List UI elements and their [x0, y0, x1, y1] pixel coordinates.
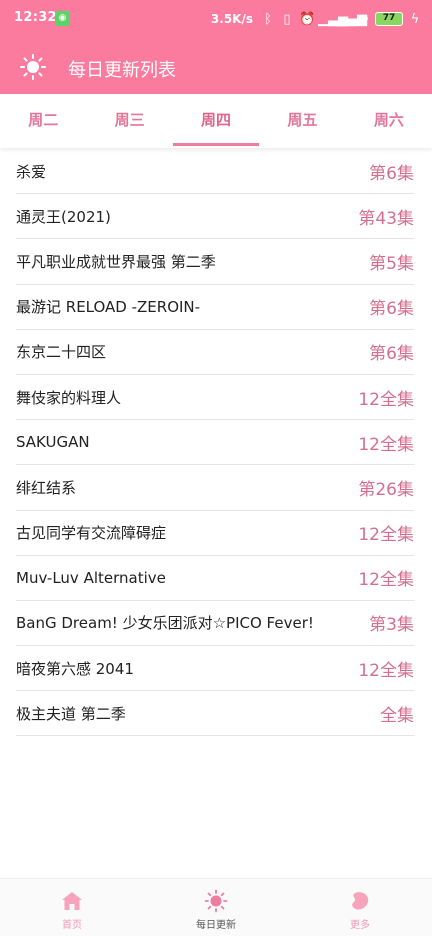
show-name: 绯红结系: [16, 478, 77, 497]
episode-label: 第26集: [358, 479, 414, 500]
sun-icon: [20, 54, 46, 80]
list-item[interactable]: BanG Dream! 少女乐团派对☆PICO Fever! 第3集: [16, 601, 414, 647]
show-name: BanG Dream! 少女乐团派对☆PICO Fever!: [16, 614, 314, 633]
show-name: Muv-Luv Alternative: [16, 568, 166, 587]
weekday-tabs: 周二 周三 周四 周五 周六: [0, 94, 432, 148]
list-item[interactable]: 古见同学有交流障碍症 12全集: [16, 511, 414, 556]
notification-app-icon: ◉: [55, 11, 70, 26]
list-item[interactable]: 杀爱 第6集: [16, 149, 414, 195]
vibrate-icon: ▯: [283, 11, 291, 27]
nav-home[interactable]: 首页: [0, 879, 144, 936]
show-name: SAKUGAN: [16, 433, 90, 452]
signal-icon: ▁▃▅: [318, 11, 348, 27]
charging-icon: ϟ: [410, 11, 420, 27]
show-name: 古见同学有交流障碍症: [16, 524, 167, 543]
episode-label: 12全集: [358, 660, 414, 681]
show-name: 暗夜第六感 2041: [16, 659, 134, 678]
list-item[interactable]: 通灵王(2021) 第43集: [16, 194, 414, 240]
battery-icon: 77: [375, 12, 403, 26]
show-name: 最游记 RELOAD -ZEROIN-: [16, 298, 201, 317]
signal-2-icon: ▂▄▆: [337, 11, 367, 27]
episode-label: 第6集: [369, 163, 414, 184]
list-item[interactable]: 极主夫道 第二季 全集: [16, 691, 414, 737]
show-name: 极主夫道 第二季: [16, 704, 126, 723]
nav-daily-update[interactable]: 每日更新: [144, 879, 288, 936]
bottom-navigation: 首页 每日更新 更多: [0, 878, 432, 936]
status-indicators: 3.5K/s ᛒ ▯ ⏰ ▁▃▅ ▂▄▆ ◠ 77 ϟ: [211, 9, 422, 29]
show-name: 平凡职业成就世界最强 第二季: [16, 252, 216, 271]
bluetooth-icon: ᛒ: [264, 11, 272, 27]
nav-daily-update-label: 每日更新: [196, 920, 236, 931]
alarm-icon: ⏰: [299, 11, 316, 27]
episode-label: 12全集: [358, 525, 414, 546]
list-item[interactable]: 绯红结系 第26集: [16, 465, 414, 511]
tab-tuesday[interactable]: 周二: [0, 94, 86, 148]
sun-icon: [204, 889, 228, 913]
episode-label: 12全集: [358, 389, 414, 410]
page-title: 每日更新列表: [68, 60, 176, 81]
nav-more[interactable]: 更多: [288, 879, 432, 936]
list-item[interactable]: 东京二十四区 第6集: [16, 330, 414, 375]
episode-label: 第6集: [369, 299, 414, 320]
list-item[interactable]: 最游记 RELOAD -ZEROIN- 第6集: [16, 285, 414, 330]
show-list: 杀爱 第6集 通灵王(2021) 第43集 平凡职业成就世界最强 第二季 第5集 最游…: [16, 149, 414, 737]
app-bar: 每日更新列表: [0, 38, 432, 94]
show-name: 杀爱: [16, 162, 47, 181]
episode-label: 第43集: [358, 208, 414, 229]
nav-home-label: 首页: [62, 920, 82, 931]
show-name: 通灵王(2021): [16, 207, 111, 226]
episode-label: 第3集: [369, 615, 414, 636]
network-speed: 3.5K/s: [210, 12, 253, 26]
bean-icon: [352, 892, 369, 910]
episode-label: 12全集: [358, 434, 414, 455]
episode-label: 12全集: [358, 570, 414, 591]
status-time: 12:32: [14, 10, 57, 25]
wifi-icon: ◠: [357, 11, 369, 27]
tab-wednesday[interactable]: 周三: [86, 94, 172, 148]
list-item[interactable]: Muv-Luv Alternative 12全集: [16, 556, 414, 601]
episode-label: 第5集: [369, 253, 414, 274]
tab-thursday[interactable]: 周四: [172, 94, 260, 148]
home-icon: [62, 892, 82, 910]
list-item[interactable]: 舞伎家的料理人 12全集: [16, 375, 414, 421]
show-name: 东京二十四区: [16, 343, 107, 362]
app-header: 12:32 ◉ 3.5K/s ᛒ ▯ ⏰ ▁▃▅ ▂▄▆ ◠ 77 ϟ 每日更新…: [0, 0, 432, 94]
show-name: 舞伎家的料理人: [16, 388, 122, 407]
list-item[interactable]: SAKUGAN 12全集: [16, 420, 414, 466]
tab-saturday[interactable]: 周六: [346, 94, 432, 148]
nav-more-label: 更多: [350, 920, 370, 931]
list-item[interactable]: 暗夜第六感 2041 12全集: [16, 646, 414, 692]
status-bar: 12:32 ◉ 3.5K/s ᛒ ▯ ⏰ ▁▃▅ ▂▄▆ ◠ 77 ϟ: [0, 0, 432, 38]
list-item[interactable]: 平凡职业成就世界最强 第二季 第5集: [16, 239, 414, 285]
episode-label: 全集: [380, 705, 414, 726]
episode-label: 第6集: [369, 344, 414, 365]
tab-friday[interactable]: 周五: [259, 94, 345, 148]
